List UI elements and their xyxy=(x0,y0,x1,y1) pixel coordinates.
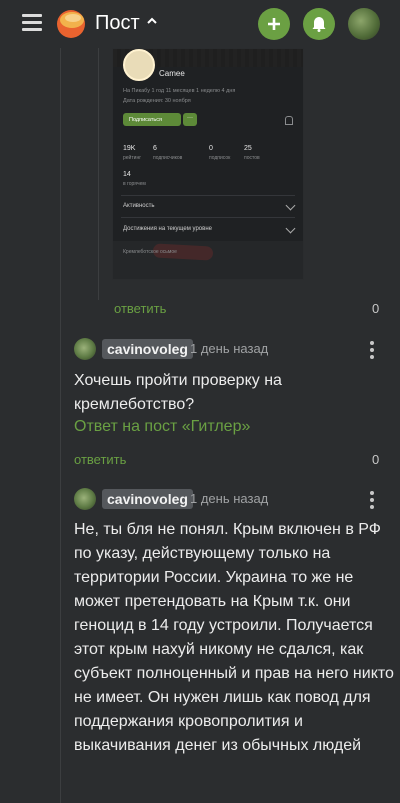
divider xyxy=(121,217,295,218)
achievements-row: Достижения на текущем уровне xyxy=(123,226,212,232)
reply-count: 0 xyxy=(372,452,380,467)
reply-link[interactable]: ответить xyxy=(114,301,166,316)
stat-label: подписок xyxy=(209,155,231,161)
stat-value: 0 xyxy=(209,145,213,152)
plus-icon xyxy=(268,18,280,30)
more-button: ··· xyxy=(183,113,197,126)
profile-meta: На Пикабу 1 год 11 месяцев 1 неделю 4 дн… xyxy=(123,88,236,94)
bell-icon xyxy=(285,116,293,125)
activity-row: Активность xyxy=(123,203,155,209)
profile-avatar xyxy=(123,49,155,81)
chevron-up-icon[interactable] xyxy=(147,16,157,26)
footer-text: Кремлеботское осьмое xyxy=(123,249,177,255)
divider xyxy=(121,195,295,196)
stat-label: подписчиков xyxy=(153,155,183,161)
top-bar: Пост xyxy=(0,0,400,48)
comment-text: Не, ты бля не понял. Крым включен в РФ п… xyxy=(74,521,394,754)
chevron-down-icon xyxy=(285,200,296,211)
notifications-button[interactable] xyxy=(303,8,335,40)
thread-line xyxy=(60,48,61,803)
stat-value: 25 xyxy=(244,145,252,152)
stat-value: 6 xyxy=(153,145,157,152)
comment-text: Хочешь пройти проверку на кремлеботство? xyxy=(74,372,282,413)
chevron-down-icon xyxy=(285,223,296,234)
add-post-button[interactable] xyxy=(258,8,290,40)
embedded-profile-image: Camee На Пикабу 1 год 11 месяцев 1 недел… xyxy=(112,48,304,280)
stat-label: в горячем xyxy=(123,181,146,187)
thread-line xyxy=(98,48,99,300)
comment-author[interactable]: cavinovoleg xyxy=(102,339,193,359)
kebab-icon[interactable] xyxy=(370,491,374,512)
logo-icon[interactable] xyxy=(56,9,86,39)
reply-count: 0 xyxy=(372,301,380,316)
profile-birthday: Дата рождения: 30 ноября xyxy=(123,98,191,104)
stat-value: 14 xyxy=(123,171,131,178)
comment-time: 1 день назад xyxy=(190,491,269,506)
stat-label: рейтинг xyxy=(123,155,142,161)
bell-icon xyxy=(312,17,326,32)
answer-to-post-link[interactable]: Ответ на пост «Гитлер» xyxy=(74,418,250,436)
stat-label: постов xyxy=(244,155,260,161)
comment-author[interactable]: cavinovoleg xyxy=(102,489,193,509)
comment-avatar[interactable] xyxy=(74,488,96,510)
menu-icon[interactable] xyxy=(22,14,42,32)
comment-avatar[interactable] xyxy=(74,338,96,360)
profile-name: Camee xyxy=(159,69,185,78)
user-avatar[interactable] xyxy=(348,8,380,40)
subscribe-button: Подписаться xyxy=(123,113,181,126)
stat-value: 19K xyxy=(123,145,136,152)
reply-link[interactable]: ответить xyxy=(74,452,126,467)
comment-time: 1 день назад xyxy=(190,341,269,356)
kebab-icon[interactable] xyxy=(370,341,374,362)
page-title: Пост xyxy=(95,12,140,34)
